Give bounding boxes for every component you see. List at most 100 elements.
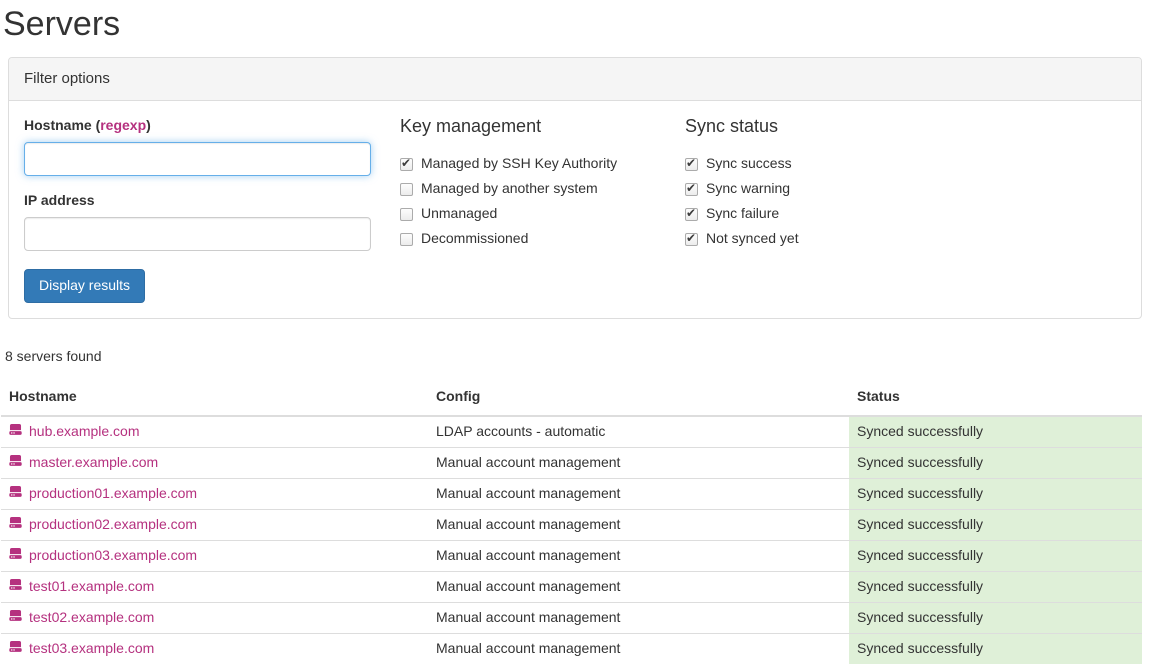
column-header-hostname: Hostname bbox=[1, 379, 428, 416]
hdd-icon bbox=[9, 546, 22, 566]
regexp-link[interactable]: regexp bbox=[100, 117, 146, 133]
status-cell: Synced successfully bbox=[849, 571, 1142, 602]
key-management-heading: Key management bbox=[400, 114, 685, 140]
checkbox-option[interactable]: Sync failure bbox=[685, 202, 1126, 227]
hostname-cell: test01.example.com bbox=[1, 571, 428, 602]
checkbox-option[interactable]: Not synced yet bbox=[685, 227, 1126, 252]
checkbox-option-label: Sync success bbox=[706, 154, 792, 174]
key-management-options: Managed by SSH Key Authority Managed by … bbox=[400, 152, 685, 252]
config-cell: Manual account management bbox=[428, 571, 849, 602]
hostname-cell: production01.example.com bbox=[1, 478, 428, 509]
ip-address-label: IP address bbox=[24, 191, 400, 211]
hdd-icon bbox=[9, 515, 22, 535]
filter-checkbox[interactable] bbox=[685, 183, 698, 196]
hostname-cell: master.example.com bbox=[1, 447, 428, 478]
server-link[interactable]: test01.example.com bbox=[9, 577, 154, 597]
checkbox-option[interactable]: Sync success bbox=[685, 152, 1126, 177]
sync-status-options: Sync success Sync warning Sync failure N… bbox=[685, 152, 1126, 252]
config-cell: LDAP accounts - automatic bbox=[428, 416, 849, 447]
server-table-row: master.example.com Manual account manage… bbox=[1, 447, 1142, 478]
filter-checkbox[interactable] bbox=[400, 208, 413, 221]
config-cell: Manual account management bbox=[428, 633, 849, 664]
column-header-status: Status bbox=[849, 379, 1142, 416]
server-link[interactable]: test03.example.com bbox=[9, 639, 154, 659]
server-hostname: master.example.com bbox=[29, 453, 158, 473]
checkbox-option[interactable]: Unmanaged bbox=[400, 202, 685, 227]
config-cell: Manual account management bbox=[428, 478, 849, 509]
key-management-group: Key management Managed by SSH Key Author… bbox=[400, 116, 685, 303]
filter-checkbox[interactable] bbox=[400, 233, 413, 246]
servers-table-body: hub.example.com LDAP accounts - automati… bbox=[1, 416, 1142, 664]
checkbox-option-label: Sync warning bbox=[706, 179, 790, 199]
filter-checkbox[interactable] bbox=[685, 233, 698, 246]
sync-status-heading: Sync status bbox=[685, 114, 1126, 140]
hostname-label-suffix: ) bbox=[146, 117, 151, 133]
hostname-label-prefix: Hostname ( bbox=[24, 117, 100, 133]
server-hostname: production01.example.com bbox=[29, 484, 197, 504]
status-cell: Synced successfully bbox=[849, 540, 1142, 571]
server-table-row: production02.example.com Manual account … bbox=[1, 509, 1142, 540]
hostname-input[interactable] bbox=[24, 142, 371, 176]
server-table-row: test03.example.com Manual account manage… bbox=[1, 633, 1142, 664]
checkbox-option-label: Unmanaged bbox=[421, 204, 497, 224]
checkbox-option-label: Not synced yet bbox=[706, 229, 799, 249]
server-link[interactable]: production01.example.com bbox=[9, 484, 197, 504]
checkbox-option-label: Decommissioned bbox=[421, 229, 528, 249]
hostname-form-group: Hostname (regexp) bbox=[24, 116, 400, 176]
server-hostname: production03.example.com bbox=[29, 546, 197, 566]
filter-panel: Filter options Hostname (regexp) IP addr… bbox=[8, 57, 1142, 318]
servers-table: Hostname Config Status hub.example.com L… bbox=[1, 379, 1142, 664]
ip-form-group: IP address bbox=[24, 191, 400, 251]
server-hostname: production02.example.com bbox=[29, 515, 197, 535]
sync-status-group: Sync status Sync success Sync warning Sy… bbox=[685, 116, 1126, 303]
hdd-icon bbox=[9, 577, 22, 597]
config-cell: Manual account management bbox=[428, 509, 849, 540]
status-cell: Synced successfully bbox=[849, 633, 1142, 664]
status-cell: Synced successfully bbox=[849, 509, 1142, 540]
results-summary: 8 servers found bbox=[5, 347, 1149, 367]
server-hostname: test01.example.com bbox=[29, 577, 154, 597]
server-table-row: production01.example.com Manual account … bbox=[1, 478, 1142, 509]
filter-panel-body: Hostname (regexp) IP address Display res… bbox=[9, 101, 1141, 318]
hdd-icon bbox=[9, 639, 22, 659]
server-link[interactable]: hub.example.com bbox=[9, 422, 140, 442]
server-hostname: test03.example.com bbox=[29, 639, 154, 659]
filter-fields-column: Hostname (regexp) IP address Display res… bbox=[24, 116, 400, 303]
checkbox-option[interactable]: Managed by SSH Key Authority bbox=[400, 152, 685, 177]
filter-checkbox[interactable] bbox=[685, 208, 698, 221]
hostname-label: Hostname (regexp) bbox=[24, 116, 400, 136]
config-cell: Manual account management bbox=[428, 447, 849, 478]
status-cell: Synced successfully bbox=[849, 447, 1142, 478]
table-header-row: Hostname Config Status bbox=[1, 379, 1142, 416]
page-title: Servers bbox=[0, 6, 1149, 43]
server-table-row: hub.example.com LDAP accounts - automati… bbox=[1, 416, 1142, 447]
column-header-config: Config bbox=[428, 379, 849, 416]
hdd-icon bbox=[9, 484, 22, 504]
hdd-icon bbox=[9, 422, 22, 442]
filter-checkbox[interactable] bbox=[685, 158, 698, 171]
server-table-row: test01.example.com Manual account manage… bbox=[1, 571, 1142, 602]
server-table-row: production03.example.com Manual account … bbox=[1, 540, 1142, 571]
checkbox-option[interactable]: Managed by another system bbox=[400, 177, 685, 202]
hostname-cell: hub.example.com bbox=[1, 416, 428, 447]
ip-address-input[interactable] bbox=[24, 217, 371, 251]
filter-checkbox[interactable] bbox=[400, 183, 413, 196]
filter-checkbox[interactable] bbox=[400, 158, 413, 171]
checkbox-option-label: Sync failure bbox=[706, 204, 779, 224]
server-link[interactable]: production03.example.com bbox=[9, 546, 197, 566]
status-cell: Synced successfully bbox=[849, 478, 1142, 509]
hostname-cell: test03.example.com bbox=[1, 633, 428, 664]
display-results-button[interactable]: Display results bbox=[24, 269, 145, 303]
filter-panel-heading: Filter options bbox=[9, 58, 1141, 100]
checkbox-option-label: Managed by SSH Key Authority bbox=[421, 154, 617, 174]
checkbox-option-label: Managed by another system bbox=[421, 179, 598, 199]
hostname-cell: production03.example.com bbox=[1, 540, 428, 571]
server-link[interactable]: production02.example.com bbox=[9, 515, 197, 535]
status-cell: Synced successfully bbox=[849, 416, 1142, 447]
hostname-cell: production02.example.com bbox=[1, 509, 428, 540]
checkbox-option[interactable]: Decommissioned bbox=[400, 227, 685, 252]
hdd-icon bbox=[9, 453, 22, 473]
checkbox-option[interactable]: Sync warning bbox=[685, 177, 1126, 202]
server-link[interactable]: master.example.com bbox=[9, 453, 158, 473]
config-cell: Manual account management bbox=[428, 540, 849, 571]
